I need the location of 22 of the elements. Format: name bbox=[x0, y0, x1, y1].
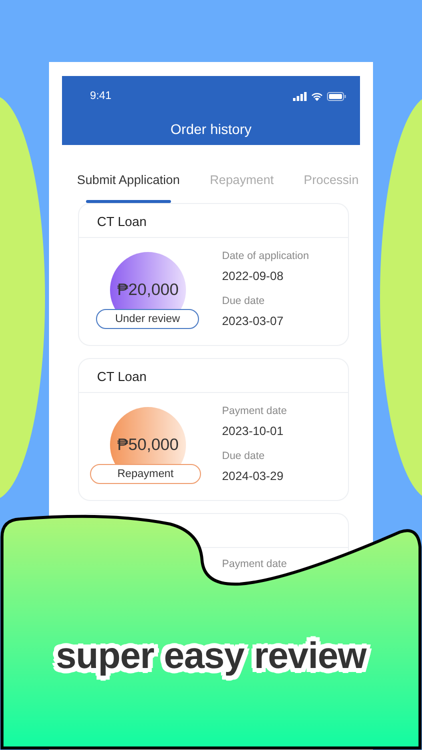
field-label: Payment date bbox=[222, 558, 287, 571]
status-tag: Under review bbox=[96, 309, 199, 329]
order-card[interactable]: CT Loan ₱50,000 Repayment Payment date 2023-10-01 Due date 2024-03-29 bbox=[78, 358, 349, 501]
field-value: 2022-09-08 bbox=[222, 268, 284, 283]
slogan-text: super easy review bbox=[54, 634, 368, 678]
order-card[interactable]: CT Loan ₱20,000 Under review Date of application 2022-09-08 Due date 2023-03-07 bbox=[78, 203, 349, 346]
screen-title: Order history bbox=[170, 120, 252, 139]
field-label: Due date bbox=[222, 450, 266, 463]
field-value: 2024-03-29 bbox=[222, 468, 284, 483]
signal-icon bbox=[293, 92, 307, 101]
loan-name: CT Loan bbox=[97, 214, 147, 229]
field-label: Due date bbox=[222, 294, 266, 308]
tab[interactable]: Submit Application bbox=[77, 165, 180, 203]
status-time: 9:41 bbox=[90, 89, 112, 104]
status-tag: Repayment bbox=[90, 464, 201, 484]
field-label: Date of application bbox=[222, 250, 309, 263]
battery-icon bbox=[327, 92, 346, 101]
field-value: 2023-10-01 bbox=[222, 424, 284, 438]
wifi-icon bbox=[311, 92, 323, 101]
field-value: 2023-03-07 bbox=[222, 314, 284, 328]
field-label: Payment date bbox=[222, 405, 287, 418]
loan-name: CT Loan bbox=[97, 369, 147, 384]
